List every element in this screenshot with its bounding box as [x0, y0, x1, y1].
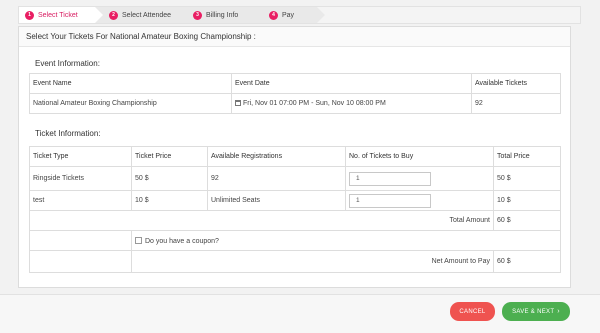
panel-title: Select Your Tickets For National Amateur…	[19, 27, 570, 47]
ticket-price: 50 $	[131, 166, 208, 191]
step-label: Select Attendee	[122, 11, 172, 19]
event-date: Fri, Nov 01 07:00 PM - Sun, Nov 10 08:00…	[243, 100, 386, 107]
net-amount-value: 60 $	[493, 250, 561, 273]
table-header-row: Ticket Type Ticket Price Available Regis…	[29, 146, 561, 167]
save-next-button[interactable]: SAVE & NEXT ›	[502, 302, 570, 321]
column-header: Ticket Price	[131, 146, 208, 167]
step-label: Select Ticket	[38, 11, 78, 19]
step-label: Pay	[282, 11, 295, 19]
step-number: 2	[109, 10, 118, 20]
total-price: 50 $	[493, 166, 561, 191]
ticket-panel: Select Your Tickets For National Amateur…	[18, 26, 571, 288]
quantity-input[interactable]: 1	[349, 171, 431, 186]
net-row: Net Amount to Pay 60 $	[29, 250, 561, 273]
qty-cell: 1	[345, 190, 494, 211]
available-tickets: 92	[471, 93, 561, 114]
coupon-cell[interactable]: Do you have a coupon?	[131, 230, 561, 251]
total-amount-value: 60 $	[493, 210, 561, 231]
total-amount-label: Total Amount	[29, 210, 494, 231]
net-amount-label: Net Amount to Pay	[131, 250, 494, 273]
column-header: Available Registrations	[207, 146, 346, 167]
step-billing-info[interactable]: 3 Billing Info	[179, 7, 263, 23]
ticket-table: Ticket Type Ticket Price Available Regis…	[29, 146, 561, 273]
cancel-button[interactable]: CANCEL	[450, 302, 495, 321]
column-header: Available Tickets	[471, 73, 561, 94]
step-select-attendee[interactable]: 2 Select Attendee	[95, 7, 187, 23]
total-row: Total Amount 60 $	[29, 210, 561, 231]
total-price: 10 $	[493, 190, 561, 211]
steps-filler	[317, 7, 580, 23]
ticket-type: test	[29, 190, 132, 211]
table-row: test 10 $ Unlimited Seats 1 10 $	[29, 190, 561, 211]
column-header: Event Date	[231, 73, 472, 94]
save-next-label: SAVE & NEXT	[512, 308, 555, 315]
available-registrations: 92	[207, 166, 346, 191]
table-row: National Amateur Boxing Championship Fri…	[29, 93, 561, 114]
step-pay[interactable]: 4 Pay	[255, 7, 325, 23]
qty-cell: 1	[345, 166, 494, 191]
column-header: Total Price	[493, 146, 561, 167]
chevron-right-icon: ›	[557, 308, 560, 315]
coupon-label: Do you have a coupon?	[145, 237, 219, 245]
quantity-input[interactable]: 1	[349, 193, 431, 208]
empty-cell	[29, 250, 132, 273]
event-date-cell: Fri, Nov 01 07:00 PM - Sun, Nov 10 08:00…	[231, 93, 472, 114]
ticket-type: Ringside Tickets	[29, 166, 132, 191]
column-header: Event Name	[29, 73, 232, 94]
ticket-price: 10 $	[131, 190, 208, 211]
wizard-steps: 1 Select Ticket 2 Select Attendee 3 Bill…	[18, 6, 581, 24]
event-table: Event Name Event Date Available Tickets …	[29, 73, 561, 114]
ticket-info-heading: Ticket Information:	[35, 129, 101, 138]
table-header-row: Event Name Event Date Available Tickets	[29, 73, 561, 94]
step-number: 3	[193, 10, 202, 20]
column-header: No. of Tickets to Buy	[345, 146, 494, 167]
step-select-ticket[interactable]: 1 Select Ticket	[19, 7, 103, 23]
step-number: 4	[269, 10, 278, 20]
empty-cell	[29, 230, 132, 251]
available-registrations: Unlimited Seats	[207, 190, 346, 211]
calendar-icon	[235, 100, 241, 106]
coupon-row: Do you have a coupon?	[29, 230, 561, 251]
column-header: Ticket Type	[29, 146, 132, 167]
table-row: Ringside Tickets 50 $ 92 1 50 $	[29, 166, 561, 191]
event-info-heading: Event Information:	[35, 59, 100, 68]
event-name: National Amateur Boxing Championship	[29, 93, 232, 114]
step-number: 1	[25, 10, 34, 20]
step-label: Billing Info	[206, 11, 239, 19]
coupon-checkbox[interactable]	[135, 236, 142, 244]
